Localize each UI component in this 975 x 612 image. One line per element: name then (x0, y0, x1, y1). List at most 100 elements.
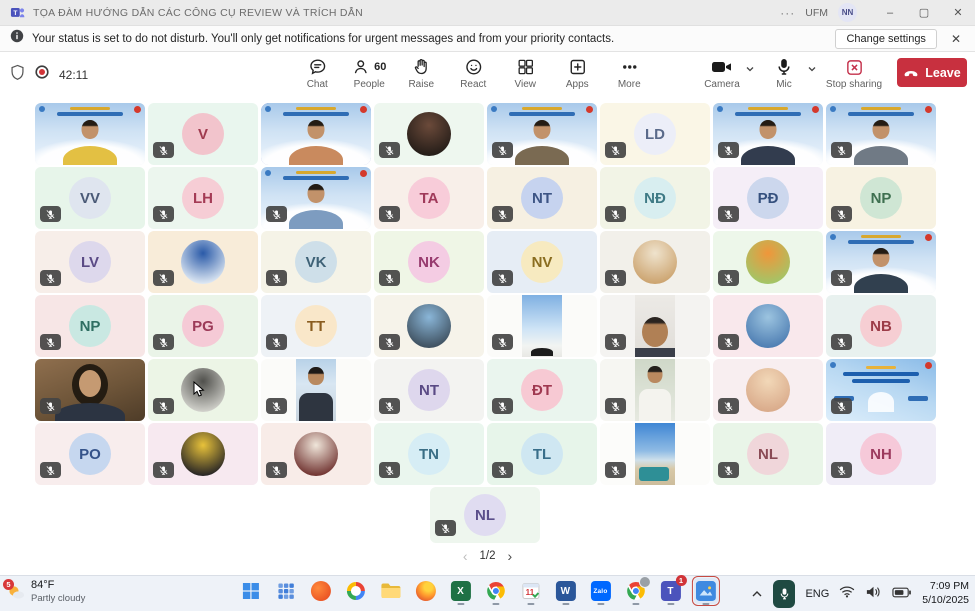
participant-tile[interactable] (261, 359, 371, 421)
participant-tile[interactable] (35, 103, 145, 165)
participant-tile[interactable] (600, 423, 710, 485)
taskbar-file-explorer-icon[interactable] (378, 578, 402, 604)
participant-tile[interactable] (374, 103, 484, 165)
participant-tile[interactable] (600, 295, 710, 357)
taskbar-chrome-icon[interactable] (483, 578, 507, 604)
toolbar-raise-button[interactable]: Raise (399, 56, 443, 90)
language-indicator[interactable]: ENG (805, 588, 829, 600)
people-count: 60 (374, 61, 386, 73)
participant-tile[interactable] (374, 295, 484, 357)
participant-tile[interactable]: NV (487, 231, 597, 293)
participant-video-portrait (522, 295, 562, 357)
volume-icon[interactable] (865, 585, 882, 604)
taskbar-chrome-profile-icon[interactable] (623, 578, 647, 604)
participant-tile[interactable]: NL (430, 487, 540, 543)
leave-button[interactable]: Leave (897, 58, 967, 87)
participant-tile[interactable]: NL (713, 423, 823, 485)
participant-tile[interactable] (600, 359, 710, 421)
clock[interactable]: 7:09 PM 5/10/2025 (922, 580, 969, 607)
taskbar-excel-icon[interactable]: X (448, 578, 472, 604)
mic-button[interactable]: Mic (761, 56, 807, 90)
participant-tile[interactable]: PG (148, 295, 258, 357)
user-avatar[interactable]: NN (838, 3, 857, 22)
change-settings-button[interactable]: Change settings (835, 29, 937, 49)
participant-tile[interactable] (261, 103, 371, 165)
participant-tile[interactable]: V (148, 103, 258, 165)
toolbar-apps-button[interactable]: Apps (555, 56, 599, 90)
camera-button[interactable]: Camera (699, 56, 745, 90)
taskbar-todo-calendar-icon[interactable]: 11 (518, 578, 542, 604)
participant-tile[interactable] (487, 103, 597, 165)
taskbar-word-icon[interactable]: W (553, 578, 577, 604)
participant-tile[interactable] (826, 103, 936, 165)
page-prev-icon[interactable]: ‹ (463, 549, 468, 563)
taskbar-teams-icon[interactable]: T1 (658, 578, 682, 604)
stop-sharing-button[interactable]: Stop sharing (823, 56, 885, 90)
muted-mic-icon (492, 270, 513, 286)
participant-tile[interactable]: PO (35, 423, 145, 485)
participant-tile[interactable] (713, 103, 823, 165)
participant-tile[interactable] (148, 423, 258, 485)
toolbar-view-button[interactable]: View (503, 56, 547, 90)
participant-tile[interactable]: LH (148, 167, 258, 229)
participant-tile[interactable] (826, 359, 936, 421)
battery-icon[interactable] (892, 585, 912, 603)
participant-tile[interactable]: TA (374, 167, 484, 229)
participant-tile[interactable]: NH (826, 423, 936, 485)
participant-tile[interactable] (261, 167, 371, 229)
participant-tile[interactable]: NB (826, 295, 936, 357)
participant-tile[interactable] (487, 295, 597, 357)
muted-mic-icon (605, 462, 626, 478)
notification-close-icon[interactable]: ✕ (951, 32, 961, 46)
tray-date: 5/10/2025 (922, 594, 969, 608)
taskbar-zalo-icon[interactable]: Zalo (588, 578, 612, 604)
participant-avatar (294, 432, 338, 476)
participant-tile[interactable] (713, 295, 823, 357)
tray-chevron-up-icon[interactable] (751, 585, 763, 603)
taskbar-browser-orange-icon[interactable] (308, 578, 332, 604)
participant-tile[interactable]: NĐ (600, 167, 710, 229)
toolbar-chat-button[interactable]: Chat (295, 56, 339, 90)
muted-mic-icon (492, 334, 513, 350)
participant-tile[interactable]: NT (487, 167, 597, 229)
taskbar-google-icon[interactable] (343, 578, 367, 604)
participant-tile[interactable]: LV (35, 231, 145, 293)
participant-tile[interactable]: VK (261, 231, 371, 293)
maximize-button[interactable]: ▢ (907, 0, 941, 26)
participant-tile[interactable]: NK (374, 231, 484, 293)
taskbar-photos-icon[interactable] (693, 578, 717, 604)
close-button[interactable]: ✕ (941, 0, 975, 26)
tray-mic-icon[interactable] (773, 580, 795, 608)
titlebar-more-button[interactable]: ··· (770, 6, 805, 20)
taskbar-firefox-icon[interactable] (413, 578, 437, 604)
participant-tile[interactable]: LD (600, 103, 710, 165)
toolbar-more-button[interactable]: More (607, 56, 651, 90)
participant-tile[interactable]: NT (374, 359, 484, 421)
wifi-icon[interactable] (839, 585, 855, 603)
participant-tile[interactable]: TN (374, 423, 484, 485)
weather-widget[interactable]: 5 84°F Partly cloudy (6, 579, 85, 605)
participant-tile[interactable] (35, 359, 145, 421)
muted-mic-icon (605, 142, 626, 158)
minimize-button[interactable]: – (873, 0, 907, 26)
participant-tile[interactable] (713, 359, 823, 421)
taskbar-start-icon[interactable] (238, 578, 262, 604)
page-next-icon[interactable]: › (508, 549, 513, 563)
toolbar-people-button[interactable]: 60People (347, 56, 391, 90)
mic-options-chevron-icon[interactable] (807, 56, 817, 80)
participant-tile[interactable] (713, 231, 823, 293)
participant-tile[interactable]: VV (35, 167, 145, 229)
participant-tile[interactable]: NP (35, 295, 145, 357)
participant-tile[interactable]: TL (487, 423, 597, 485)
camera-options-chevron-icon[interactable] (745, 56, 755, 80)
participant-tile[interactable] (826, 231, 936, 293)
participant-tile[interactable]: ĐT (487, 359, 597, 421)
participant-tile[interactable] (148, 231, 258, 293)
taskbar-app-grid-icon[interactable] (273, 578, 297, 604)
participant-tile[interactable]: TT (261, 295, 371, 357)
participant-tile[interactable]: PĐ (713, 167, 823, 229)
participant-tile[interactable]: NP (826, 167, 936, 229)
participant-tile[interactable] (600, 231, 710, 293)
participant-tile[interactable] (261, 423, 371, 485)
toolbar-react-button[interactable]: React (451, 56, 495, 90)
